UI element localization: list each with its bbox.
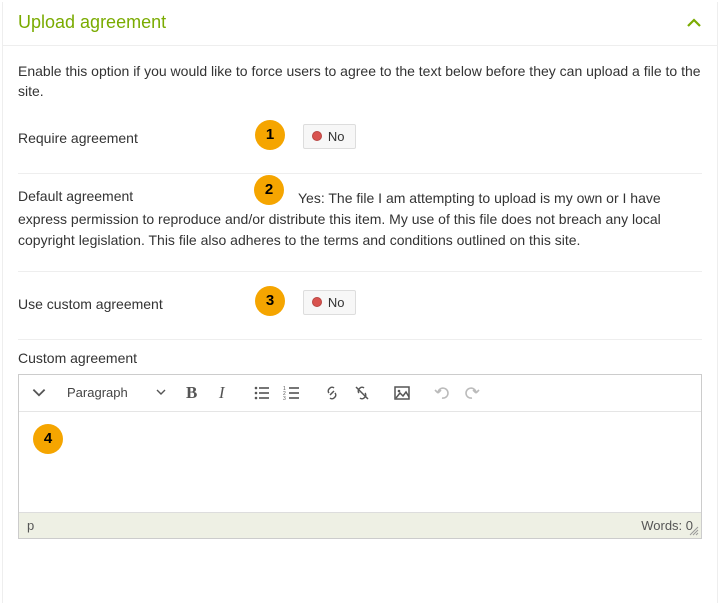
rich-text-editor: Paragraph B I 123 [18, 374, 702, 539]
toggle-require-agreement[interactable]: No [303, 124, 356, 149]
row-require-agreement: Require agreement 1 No [18, 116, 702, 174]
numbered-list-button[interactable]: 123 [278, 379, 306, 407]
collapse-icon[interactable] [686, 15, 702, 31]
redo-button[interactable] [458, 379, 486, 407]
panel-title: Upload agreement [18, 12, 166, 33]
toggle-value: No [328, 295, 345, 310]
format-select[interactable]: Paragraph [59, 379, 172, 407]
toggle-indicator-icon [312, 297, 322, 307]
toggle-value: No [328, 129, 345, 144]
annotation-marker: 1 [255, 120, 285, 150]
svg-text:3: 3 [283, 396, 286, 402]
bullet-list-button[interactable] [248, 379, 276, 407]
editor-path[interactable]: p [27, 518, 34, 533]
toggle-use-custom-agreement[interactable]: No [303, 290, 356, 315]
annotation-marker: 4 [33, 424, 63, 454]
format-value: Paragraph [67, 385, 128, 400]
label-require-agreement: Require agreement [18, 124, 253, 146]
unlink-button[interactable] [348, 379, 376, 407]
panel-description: Enable this option if you would like to … [18, 61, 702, 102]
label-use-custom-agreement: Use custom agreement [18, 290, 253, 312]
toolbar-expand-icon[interactable] [25, 379, 53, 407]
default-agreement-text: Yes: The file I am attempting to upload … [18, 188, 702, 251]
resize-grip-icon[interactable] [689, 526, 699, 536]
undo-button[interactable] [428, 379, 456, 407]
editor-content-area[interactable]: 4 [19, 412, 701, 482]
annotation-marker: 3 [255, 286, 285, 316]
editor-status-bar: p Words: 0 [19, 512, 701, 538]
label-custom-agreement: Custom agreement [18, 346, 702, 366]
annotation-marker: 2 [254, 175, 284, 205]
bold-button[interactable]: B [178, 379, 206, 407]
image-button[interactable] [388, 379, 416, 407]
row-use-custom-agreement: Use custom agreement 3 No [18, 272, 702, 331]
toggle-indicator-icon [312, 131, 322, 141]
word-count: Words: 0 [641, 518, 693, 533]
panel-header[interactable]: Upload agreement [3, 2, 717, 46]
editor-toolbar: Paragraph B I 123 [19, 375, 701, 412]
italic-button[interactable]: I [208, 379, 236, 407]
row-default-agreement: 2 Default agreement Yes: The file I am a… [18, 174, 702, 272]
caret-down-icon [156, 385, 166, 400]
link-button[interactable] [318, 379, 346, 407]
